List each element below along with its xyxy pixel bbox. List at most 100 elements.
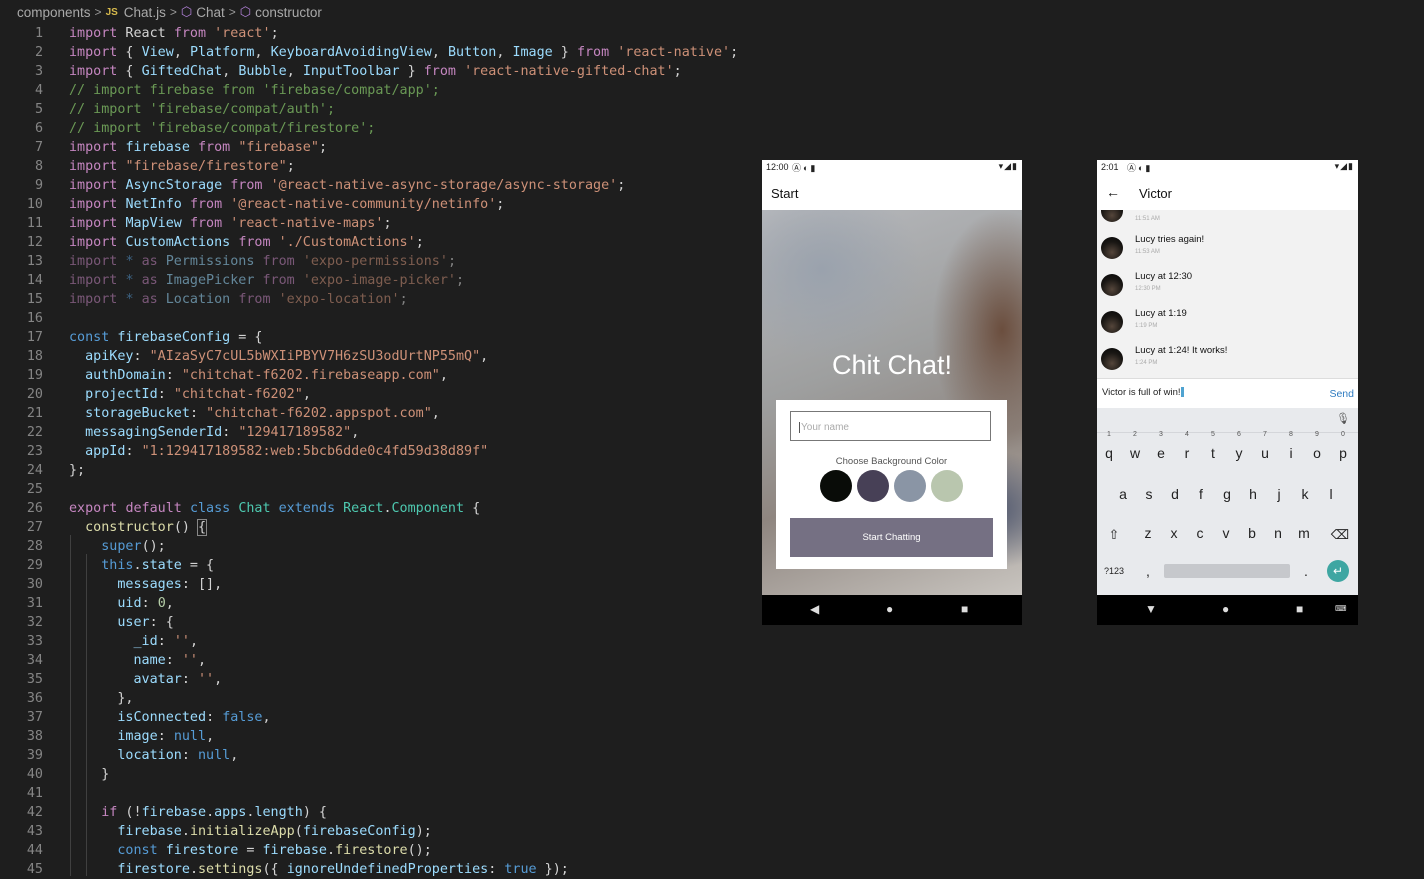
breadcrumb-file[interactable]: Chat.js [124,5,166,20]
code-line[interactable]: 34 name: '', [0,651,760,670]
key-v[interactable]: v [1213,518,1239,548]
code-editor[interactable]: 1 import React from 'react'; 2 import { Vie… [0,24,760,879]
code-line[interactable]: 23 appId: "1:129417189582:web:5bcb6dde0c… [0,442,760,461]
code-line[interactable]: 5 // import 'firebase/compat/auth'; [0,100,760,119]
code-line[interactable]: 43 firebase.initializeApp(firebaseConfig… [0,822,760,841]
code-line[interactable]: 6 // import 'firebase/compat/firestore'; [0,119,760,138]
code-line[interactable]: 18 apiKey: "AIzaSyC7cUL5bWXIiPBYV7H6zSU3… [0,347,760,366]
shift-key-icon[interactable]: ⇧ [1101,520,1127,550]
comma-key[interactable]: , [1135,556,1161,586]
breadcrumb-folder[interactable]: components [17,5,91,20]
key-g[interactable]: g [1214,479,1240,509]
code-line[interactable]: 17 const firebaseConfig = { [0,328,760,347]
code-line[interactable]: 22 messagingSenderId: "129417189582", [0,423,760,442]
code-line[interactable]: 31 uid: 0, [0,594,760,613]
key-m[interactable]: m [1291,518,1317,548]
message[interactable]: Lucy tries again! 11:53 AM [1097,232,1358,264]
key-x[interactable]: x [1161,518,1187,548]
key-l[interactable]: l [1318,479,1344,509]
home-circle-icon[interactable]: ● [886,602,893,616]
key-k[interactable]: k [1292,479,1318,509]
code-line[interactable]: 42 if (!firebase.apps.length) { [0,803,760,822]
color-swatch-grey[interactable] [894,470,926,502]
message-input[interactable]: Victor is full of win! [1102,387,1184,398]
code-line[interactable]: 26 export default class Chat extends Reac… [0,499,760,518]
code-line[interactable]: 37 isConnected: false, [0,708,760,727]
home-circle-icon[interactable]: ● [1222,602,1229,616]
key-p[interactable]: 0p [1330,431,1356,468]
backspace-key-icon[interactable]: ⌫ [1327,520,1353,550]
key-n[interactable]: n [1265,518,1291,548]
breadcrumb-class[interactable]: Chat [196,5,225,20]
code-line[interactable]: 45 firestore.settings({ ignoreUndefinedP… [0,860,760,879]
message[interactable]: Lucy at 1:19 1:19 PM [1097,306,1358,338]
code-line[interactable]: 38 image: null, [0,727,760,746]
recents-square-icon[interactable]: ■ [1296,602,1303,616]
enter-key-icon[interactable]: ↵ [1327,560,1349,582]
key-y[interactable]: 6y [1226,431,1252,468]
key-i[interactable]: 8i [1278,431,1304,468]
send-button[interactable]: Send [1329,388,1354,400]
key-q[interactable]: 1q [1097,431,1122,468]
code-line[interactable]: 4 // import firebase from 'firebase/compa… [0,81,760,100]
code-line[interactable]: 29 this.state = { [0,556,760,575]
back-triangle-icon[interactable]: ◀ [810,602,819,616]
key-a[interactable]: a [1110,479,1136,509]
code-line[interactable]: 8 import "firebase/firestore"; [0,157,760,176]
code-line[interactable]: 9 import AsyncStorage from '@react-native… [0,176,760,195]
key-z[interactable]: z [1135,518,1161,548]
period-key[interactable]: . [1293,556,1319,586]
color-swatch-black[interactable] [820,470,852,502]
code-line[interactable]: 12 import CustomActions from './CustomAct… [0,233,760,252]
key-o[interactable]: 9o [1304,431,1330,468]
key-w[interactable]: 2w [1122,431,1148,468]
code-line[interactable]: 16 [0,309,760,328]
code-line[interactable]: 14 import * as ImagePicker from 'expo-ima… [0,271,760,290]
key-e[interactable]: 3e [1148,431,1174,468]
message[interactable]: Lucy at 12:30 12:30 PM [1097,269,1358,301]
code-line[interactable]: 7 import firebase from "firebase"; [0,138,760,157]
mic-icon[interactable]: 🎙 [1336,412,1350,425]
code-line[interactable]: 10 import NetInfo from '@react-native-com… [0,195,760,214]
code-line[interactable]: 15 import * as Location from 'expo-locati… [0,290,760,309]
code-line[interactable]: 39 location: null, [0,746,760,765]
code-line[interactable]: 21 storageBucket: "chitchat-f6202.appspo… [0,404,760,423]
code-line[interactable]: 2 import { View, Platform, KeyboardAvoidi… [0,43,760,62]
key-c[interactable]: c [1187,518,1213,548]
breadcrumb-method[interactable]: constructor [255,5,322,20]
code-line[interactable]: 32 user: { [0,613,760,632]
key-d[interactable]: d [1162,479,1188,509]
code-line[interactable]: 41 [0,784,760,803]
code-line[interactable]: 44 const firestore = firebase.firestore(… [0,841,760,860]
message-list[interactable]: 11:51 AM Lucy tries again! 11:53 AM Lucy … [1097,210,1358,378]
start-chatting-button[interactable]: Start Chatting [790,518,993,557]
key-h[interactable]: h [1240,479,1266,509]
recents-square-icon[interactable]: ■ [961,602,968,616]
code-line[interactable]: 20 projectId: "chitchat-f6202", [0,385,760,404]
name-input[interactable]: Your name [790,411,991,441]
code-line[interactable]: 33 _id: '', [0,632,760,651]
key-u[interactable]: 7u [1252,431,1278,468]
code-line[interactable]: 27 constructor() { [0,518,760,537]
color-swatch-green[interactable] [931,470,963,502]
key-t[interactable]: 5t [1200,431,1226,468]
back-triangle-icon[interactable]: ▼ [1145,602,1157,616]
code-line[interactable]: 40 } [0,765,760,784]
key-j[interactable]: j [1266,479,1292,509]
keyboard-switch-icon[interactable]: ⌨ [1335,604,1347,613]
code-line[interactable]: 28 super(); [0,537,760,556]
back-arrow-icon[interactable]: ← [1106,184,1120,200]
code-line[interactable]: 3 import { GiftedChat, Bubble, InputToolb… [0,62,760,81]
code-line[interactable]: 1 import React from 'react'; [0,24,760,43]
code-line[interactable]: 11 import MapView from 'react-native-maps… [0,214,760,233]
color-swatch-purple[interactable] [857,470,889,502]
code-line[interactable]: 30 messages: [], [0,575,760,594]
code-line[interactable]: 35 avatar: '', [0,670,760,689]
message[interactable]: Lucy at 1:24! It works! 1:24 PM [1097,343,1358,375]
code-line[interactable]: 24}; [0,461,760,480]
code-line[interactable]: 25 [0,480,760,499]
key-s[interactable]: s [1136,479,1162,509]
key-f[interactable]: f [1188,479,1214,509]
key-b[interactable]: b [1239,518,1265,548]
symbols-key[interactable]: ?123 [1101,556,1127,586]
